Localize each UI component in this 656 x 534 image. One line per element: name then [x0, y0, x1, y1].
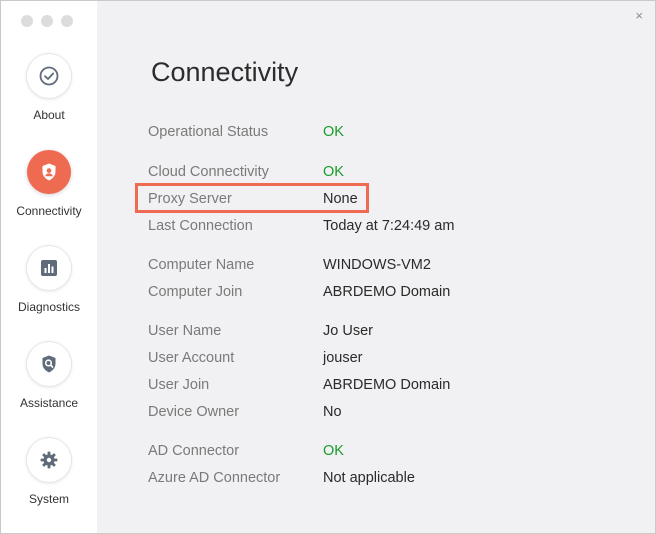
sidebar: About Connectivity Diagnostics Assistanc… [1, 1, 97, 533]
row-value: Not applicable [323, 470, 415, 486]
sidebar-item-about[interactable]: About [1, 54, 97, 122]
sidebar-item-diagnostics[interactable]: Diagnostics [1, 246, 97, 314]
row-value: WINDOWS-VM2 [323, 257, 431, 273]
gear-icon [27, 438, 71, 482]
maximize-window-button[interactable] [61, 15, 73, 27]
row-value: ABRDEMO Domain [323, 284, 451, 300]
row-label: Proxy Server [148, 191, 232, 207]
row-label: Operational Status [148, 124, 269, 140]
row-label: User Name [148, 323, 222, 339]
row-value: ABRDEMO Domain [323, 377, 451, 393]
close-icon[interactable]: × [635, 8, 643, 23]
sidebar-item-label: Connectivity [16, 204, 82, 218]
sidebar-item-label: System [28, 492, 69, 506]
row-value: Today at 7:24:49 am [323, 218, 455, 234]
sidebar-item-label: About [33, 108, 65, 122]
minimize-window-button[interactable] [41, 15, 53, 27]
bar-chart-icon [27, 246, 71, 290]
sidebar-item-label: Assistance [19, 396, 79, 410]
app-window: About Connectivity Diagnostics Assistanc… [0, 0, 656, 534]
row-label: Last Connection [148, 218, 253, 234]
row-value: jouser [323, 350, 363, 366]
row-value: Jo User [323, 323, 373, 339]
row-label: Computer Join [148, 284, 243, 300]
shield-user-icon [27, 150, 71, 194]
row-value: OK [323, 164, 344, 180]
sidebar-item-assistance[interactable]: Assistance [1, 342, 97, 410]
row-value: No [323, 404, 342, 420]
sidebar-item-label: Diagnostics [17, 300, 81, 314]
row-label: User Account [148, 350, 235, 366]
row-value: OK [323, 443, 344, 459]
shield-search-icon [27, 342, 71, 386]
check-circle-icon [27, 54, 71, 98]
row-label: Azure AD Connector [148, 470, 281, 486]
page-title: Connectivity [151, 57, 299, 87]
row-value: None [323, 191, 358, 207]
row-value: OK [323, 124, 344, 140]
sidebar-item-system[interactable]: System [1, 438, 97, 506]
row-label: AD Connector [148, 443, 240, 459]
row-label: Computer Name [148, 257, 255, 273]
row-label: Cloud Connectivity [148, 164, 269, 180]
sidebar-item-connectivity[interactable]: Connectivity [1, 150, 97, 218]
window-controls [21, 15, 73, 27]
close-window-button[interactable] [21, 15, 33, 27]
row-label: Device Owner [148, 404, 240, 420]
row-label: User Join [148, 377, 210, 393]
